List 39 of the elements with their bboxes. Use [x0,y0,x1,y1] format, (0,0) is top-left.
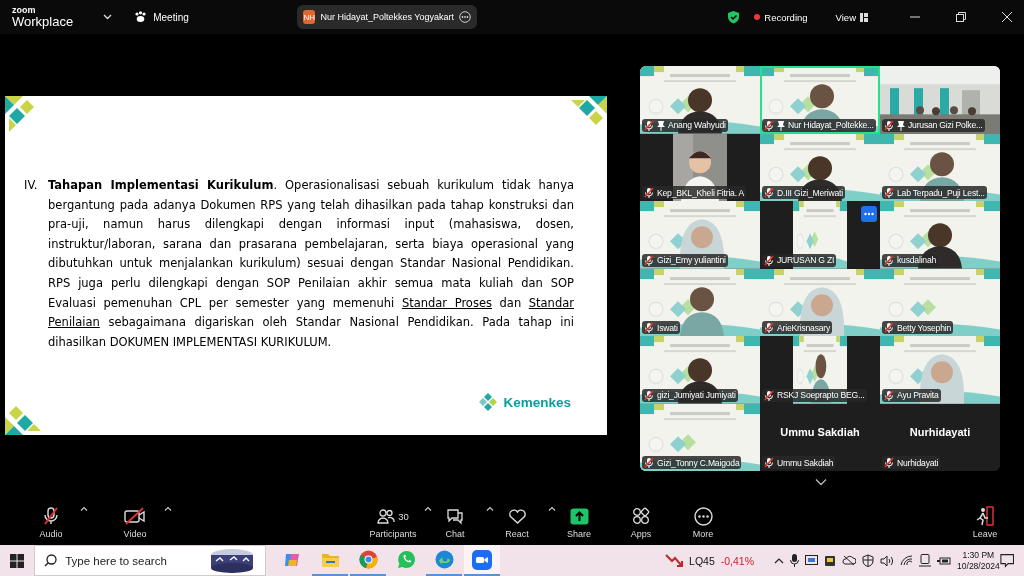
speaker-name: Nur Hidayat_Poltekkes Yogyakart [320,12,454,22]
participant-display-name: Ummu Sakdiah [780,426,860,439]
participant-name: Lab Terpadu_Puji Lest... [897,187,985,198]
participant-name: Betty Yosephin [897,322,952,333]
participant-display-name: Nurhidayati [909,426,971,439]
clock-time[interactable]: 1:30 PM [962,549,995,561]
active-speaker-pill[interactable]: NH Nur Hidayat_Poltekkes Yogyakart [297,5,477,29]
audio-button[interactable]: Audio [26,506,76,539]
participant-name: RSKJ Soeprapto BEG... [777,390,865,400]
stock-name: LQ45 [689,554,715,567]
share-button[interactable]: Share [552,506,606,539]
brand-logo-top: zoom [12,6,37,15]
participants-button[interactable]: 30 Participants [366,506,420,539]
participant-name: Ayu Pravita [897,390,939,400]
participant-name: Gizi_Tonny C.Maigoda [657,457,740,468]
participant-name: Nurhidayati [897,457,939,468]
speaker-avatar: NH [303,10,316,24]
recording-label[interactable]: Recording [764,11,808,23]
participant-name: Gizi_Emy yuliantini [657,255,726,265]
list-number: IV. [24,177,39,194]
clock-date[interactable]: 10/28/2024 [957,560,1000,572]
leave-button[interactable]: Leave [960,506,1010,539]
participant-name: Jurusan Gizi Polke... [908,120,983,130]
participant-name: kusdalinah [897,255,937,265]
video-button[interactable]: Video [110,506,160,539]
more-button[interactable]: More [676,506,730,539]
participant-name: gizi_Jumiyati Jumiyati [657,390,736,400]
brand-logo-text: Workplace [12,15,74,28]
slide-paragraph: Tahapan Implementasi Kurikulum. Operasionalisasi sebuah kurikulum tidak hanya bergantung pada adanya Dokumen RPS yang telah dihasilkan pada tahap konstruksi dan pra-uji, namun harus dilengkapi dengan informasi input (mahasiswa, dosen, instruktur/laboran, sarana dan prasarana pembelajaran, serta biaya operasional yang dibutuhkan untuk menjalankan kurikulum) sesuai dengan Standar Nasional Pendidikan. RPS juga perlu dilengkapi dengan SOP Penilaian akhir semua mata kuliah dan SOP Evaluasi pemenuhan CPL per semester yang memenuhi Standar Proses dan Standar Penilaian sebagaimana digariskan oleh Standar Nasional Pendidikan. Pada tahap ini dihasilkan DOKUMEN IMPLEMENTASI KURIKULUM. [48,177,574,351]
view-menu[interactable]: View [835,11,856,23]
participant-name: Nur Hidayat_Poltekke... [788,120,874,130]
participant-name: Iswati [657,322,678,333]
participant-name: Ummu Sakdiah [777,457,834,468]
apps-button[interactable]: Apps [614,506,668,539]
react-button[interactable]: React [490,506,544,539]
kemenkes-logo-text: Kemenkes [503,394,571,410]
chat-button[interactable]: Chat [428,506,482,539]
meeting-label[interactable]: Meeting [153,11,189,23]
stock-change: -0,41% [720,554,755,567]
